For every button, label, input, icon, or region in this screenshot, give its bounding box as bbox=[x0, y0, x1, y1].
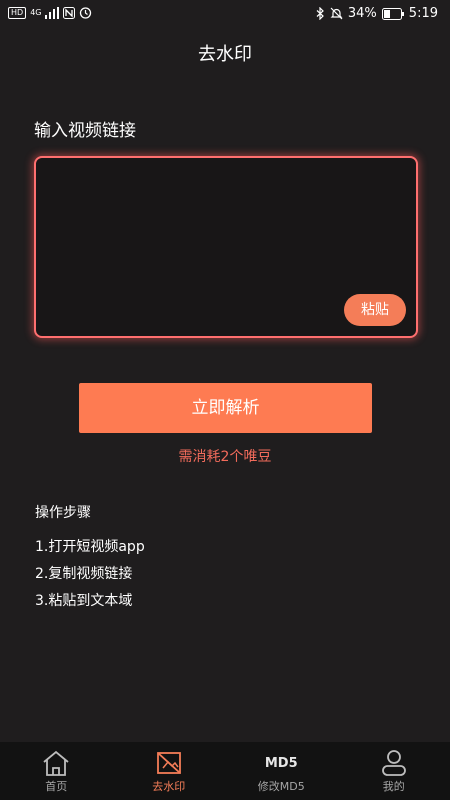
video-link-textarea[interactable]: 粘贴 bbox=[34, 156, 418, 338]
battery-percent: 34% bbox=[347, 6, 377, 21]
status-bar: HD 4G 34% 5:19 bbox=[0, 0, 450, 30]
page-title: 去水印 bbox=[198, 44, 252, 65]
paste-button[interactable]: 粘贴 bbox=[344, 294, 406, 326]
network-type: 4G bbox=[30, 7, 42, 17]
step-item: 1.打开短视频app bbox=[35, 539, 145, 555]
input-label: 输入视频链接 bbox=[34, 121, 136, 141]
tab-home[interactable]: 首页 bbox=[0, 742, 113, 800]
home-icon bbox=[43, 750, 69, 776]
tab-label: 去水印 bbox=[152, 780, 186, 793]
parse-button[interactable]: 立即解析 bbox=[79, 383, 372, 433]
battery-icon bbox=[381, 7, 404, 20]
tab-label: 首页 bbox=[45, 780, 68, 793]
tab-label: 修改MD5 bbox=[257, 780, 305, 793]
step-item: 3.粘贴到文本域 bbox=[35, 593, 133, 609]
tab-md5[interactable]: MD5 修改MD5 bbox=[225, 742, 338, 800]
signal-icon bbox=[45, 6, 60, 19]
step-item: 2.复制视频链接 bbox=[35, 566, 133, 582]
tab-label: 我的 bbox=[382, 780, 405, 793]
steps-list: 1.打开短视频app 2.复制视频链接 3.粘贴到文本域 bbox=[35, 538, 145, 619]
bluetooth-icon bbox=[316, 7, 324, 20]
alarm-icon bbox=[80, 7, 92, 19]
bottom-tab-bar: 首页 去水印 MD5 修改MD5 我的 bbox=[0, 742, 450, 800]
hd-badge: HD bbox=[8, 6, 27, 19]
nfc-icon bbox=[63, 6, 76, 19]
steps-title: 操作步骤 bbox=[35, 505, 91, 521]
mute-icon bbox=[330, 7, 343, 20]
clock: 5:19 bbox=[408, 6, 438, 21]
user-icon bbox=[381, 750, 406, 776]
cost-note: 需消耗2个唯豆 bbox=[178, 449, 272, 465]
tab-watermark[interactable]: 去水印 bbox=[113, 742, 226, 800]
tab-profile[interactable]: 我的 bbox=[338, 742, 450, 800]
watermark-icon bbox=[156, 752, 181, 774]
md5-icon: MD5 bbox=[264, 755, 298, 771]
